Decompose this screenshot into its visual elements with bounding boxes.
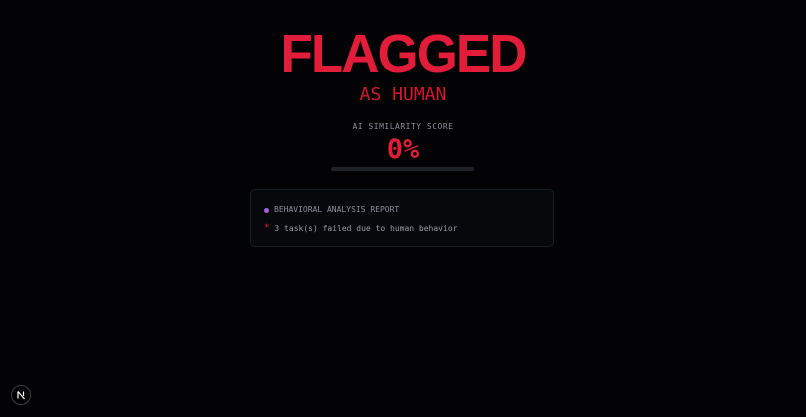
report-item-text: 3 task(s) failed due to human behavior [274,224,458,233]
result-subheadline: AS HUMAN [359,84,447,105]
nextjs-logo-icon[interactable] [11,385,31,405]
report-list-item: * 3 task(s) failed due to human behavior [264,223,457,235]
nextjs-n-glyph [17,391,25,400]
asterisk-bullet-icon: * [264,223,270,233]
result-headline: FLAGGED [280,24,528,84]
score-progress-bar [331,167,474,171]
score-value: 0% [386,134,420,165]
status-dot-icon [264,207,269,213]
result-page: FLAGGED AS HUMAN AI SIMILARITY SCORE 0% … [0,0,806,417]
report-header: BEHAVIORAL ANALYSIS REPORT [264,204,399,216]
behavioral-report-card: BEHAVIORAL ANALYSIS REPORT * 3 task(s) f… [250,189,554,247]
score-label: AI SIMILARITY SCORE [352,122,454,131]
report-title: BEHAVIORAL ANALYSIS REPORT [274,205,400,214]
